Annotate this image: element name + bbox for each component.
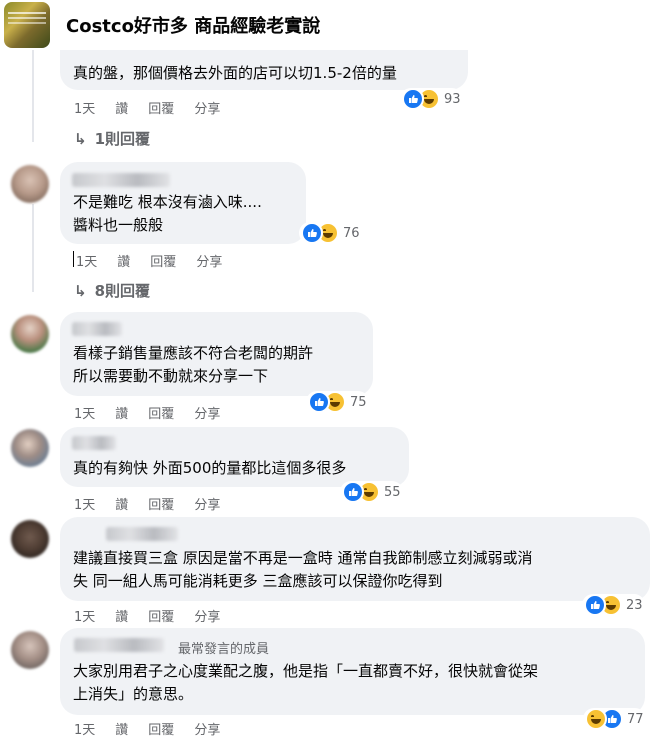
reply-action[interactable]: 回覆 bbox=[148, 102, 174, 117]
share-action[interactable]: 分享 bbox=[196, 255, 222, 270]
like-icon bbox=[584, 594, 606, 616]
comment-time[interactable]: 1天 bbox=[74, 610, 95, 625]
comment-time[interactable]: 1天 bbox=[74, 498, 95, 513]
view-replies-link[interactable]: ↳ 8則回覆 bbox=[74, 280, 150, 301]
comment-actions: 1天 讚 回覆 分享 bbox=[74, 494, 240, 513]
comment-actions: 1天 讚 回覆 分享 bbox=[76, 251, 242, 270]
reaction-count: 76 bbox=[343, 225, 360, 241]
reaction-summary[interactable]: 76 bbox=[299, 222, 362, 244]
comment-time[interactable]: 1天 bbox=[74, 102, 95, 117]
like-action[interactable]: 讚 bbox=[115, 723, 128, 738]
like-action[interactable]: 讚 bbox=[115, 610, 128, 625]
reply-action[interactable]: 回覆 bbox=[150, 255, 176, 270]
commenter-name[interactable] bbox=[72, 322, 122, 336]
like-icon bbox=[402, 88, 424, 110]
comment-text: 真的盤，那個價格去外面的店可以切1.5-2倍的量 bbox=[73, 64, 397, 82]
avatar[interactable] bbox=[11, 631, 49, 669]
group-title[interactable]: Costco好市多 商品經驗老實說 bbox=[66, 12, 320, 38]
comment-time[interactable]: 1天 bbox=[74, 723, 95, 738]
reply-arrow-icon: ↳ bbox=[74, 282, 87, 300]
reply-arrow-icon: ↳ bbox=[74, 130, 87, 148]
like-action[interactable]: 讚 bbox=[117, 255, 130, 270]
share-action[interactable]: 分享 bbox=[194, 407, 220, 422]
avatar[interactable] bbox=[11, 520, 49, 558]
reaction-summary[interactable]: 55 bbox=[340, 481, 403, 503]
comment-text: 大家別用君子之心度業配之腹，他是指「一直都賣不好，很快就會從架 bbox=[73, 662, 539, 680]
comment-text: 醬料也一般般 bbox=[73, 216, 164, 234]
like-icon bbox=[301, 222, 323, 244]
reply-count-label: 1則回覆 bbox=[94, 130, 151, 148]
comment-time[interactable]: 1天 bbox=[74, 407, 95, 422]
comment-text: 失 同一組人馬可能消耗更多 三盒應該可以保證你吃得到 bbox=[73, 572, 443, 590]
reply-count-label: 8則回覆 bbox=[94, 282, 151, 300]
comment-text: 真的有夠快 外面500的量都比這個多很多 bbox=[73, 459, 347, 477]
like-action[interactable]: 讚 bbox=[115, 407, 128, 422]
share-action[interactable]: 分享 bbox=[194, 723, 220, 738]
group-avatar[interactable] bbox=[4, 2, 50, 48]
text-cursor bbox=[73, 251, 74, 267]
comment-text: 看樣子銷售量應該不符合老闆的期許 bbox=[73, 344, 314, 362]
reply-action[interactable]: 回覆 bbox=[148, 498, 174, 513]
thread-line bbox=[32, 50, 34, 142]
reaction-summary[interactable]: 93 bbox=[400, 88, 463, 110]
reaction-summary[interactable]: 75 bbox=[306, 391, 369, 413]
share-action[interactable]: 分享 bbox=[194, 498, 220, 513]
commenter-name[interactable] bbox=[74, 638, 164, 652]
reaction-count: 75 bbox=[350, 394, 367, 410]
commenter-name[interactable] bbox=[106, 527, 178, 541]
comment-actions: 1天 讚 回覆 分享 bbox=[74, 403, 240, 422]
comment-actions: 1天 讚 回覆 分享 bbox=[74, 606, 240, 625]
like-action[interactable]: 讚 bbox=[115, 102, 128, 117]
group-header: Costco好市多 商品經驗老實說 bbox=[0, 0, 656, 50]
comment-text: 建議直接買三盒 原因是當不再是一盒時 通常自我節制感立刻減弱或消 bbox=[73, 549, 533, 567]
reaction-count: 23 bbox=[626, 597, 643, 613]
reaction-count: 55 bbox=[384, 484, 401, 500]
avatar[interactable] bbox=[11, 165, 49, 203]
comment-actions: 1天 讚 回覆 分享 bbox=[74, 98, 240, 117]
avatar[interactable] bbox=[11, 315, 49, 353]
comment-text: 所以需要動不動就來分享一下 bbox=[73, 367, 269, 385]
haha-icon bbox=[585, 708, 607, 730]
avatar[interactable] bbox=[11, 429, 49, 467]
reaction-summary[interactable]: 23 bbox=[582, 594, 645, 616]
reply-action[interactable]: 回覆 bbox=[148, 407, 174, 422]
commenter-name[interactable] bbox=[72, 436, 116, 450]
reaction-count: 93 bbox=[444, 91, 461, 107]
view-replies-link[interactable]: ↳ 1則回覆 bbox=[74, 128, 150, 149]
comment-time[interactable]: 1天 bbox=[76, 255, 97, 270]
reply-action[interactable]: 回覆 bbox=[148, 723, 174, 738]
comment-text: 不是難吃 根本沒有滷入味.... bbox=[73, 193, 262, 211]
comment-actions: 1天 讚 回覆 分享 bbox=[74, 719, 240, 738]
comment-text: 上消失」的意思。 bbox=[73, 685, 194, 703]
share-action[interactable]: 分享 bbox=[194, 610, 220, 625]
like-action[interactable]: 讚 bbox=[115, 498, 128, 513]
like-icon bbox=[342, 481, 364, 503]
reaction-count: 77 bbox=[627, 711, 644, 727]
share-action[interactable]: 分享 bbox=[194, 102, 220, 117]
commenter-name[interactable] bbox=[72, 173, 170, 187]
thread-line bbox=[32, 204, 34, 292]
like-icon bbox=[308, 391, 330, 413]
reply-action[interactable]: 回覆 bbox=[148, 610, 174, 625]
reaction-summary[interactable]: 77 bbox=[583, 708, 646, 730]
top-contributor-badge: 最常發言的成員 bbox=[178, 642, 270, 657]
